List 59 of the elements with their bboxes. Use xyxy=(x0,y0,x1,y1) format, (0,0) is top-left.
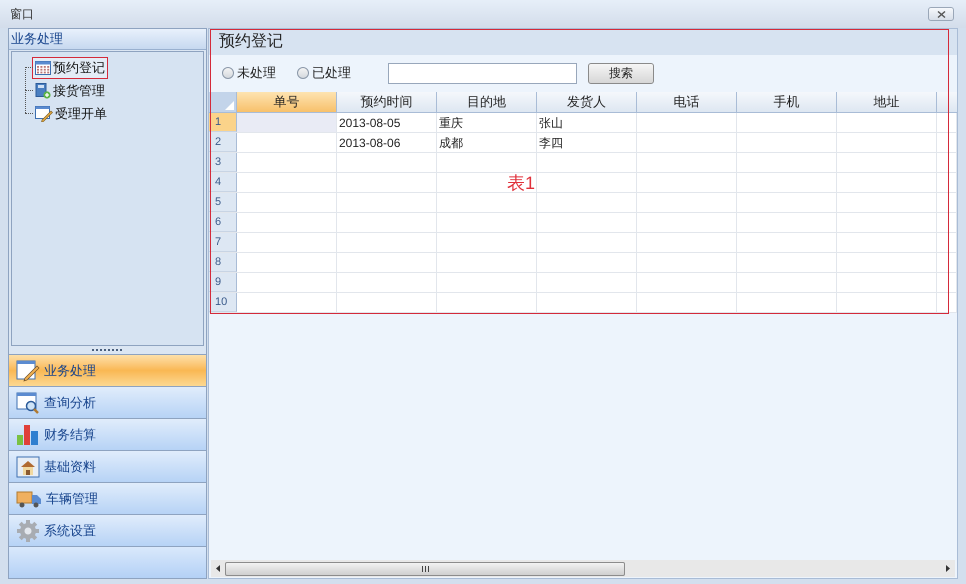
column-header[interactable]: 发货人 xyxy=(537,92,637,112)
scroll-left-icon[interactable] xyxy=(216,565,220,572)
table-cell: 2013-08-06 xyxy=(337,133,437,152)
select-all-corner[interactable] xyxy=(209,92,237,112)
bar-chart-icon xyxy=(16,424,40,446)
scroll-right-icon[interactable] xyxy=(946,565,950,572)
column-header[interactable]: 地址 xyxy=(837,92,937,112)
calendar-icon xyxy=(35,60,51,74)
search-field[interactable] xyxy=(388,62,577,84)
close-icon xyxy=(936,10,946,18)
row-header[interactable]: 7 xyxy=(209,233,237,252)
magnifier-on-form-icon xyxy=(16,392,40,414)
table-cell: 李四 xyxy=(537,133,637,152)
panel-title: 预约登记 xyxy=(209,29,957,55)
house-icon xyxy=(16,456,40,478)
row-header[interactable]: 5 xyxy=(209,193,237,212)
table-cell: 2013-08-05 xyxy=(337,113,437,132)
nav-item[interactable]: 车辆管理 xyxy=(9,482,206,514)
nav-item[interactable]: 财务结算 xyxy=(9,418,206,450)
table-cell: 成都 xyxy=(437,133,537,152)
tree-item[interactable]: 受理开单 xyxy=(33,104,109,124)
current-cell[interactable] xyxy=(237,113,337,132)
row-header[interactable]: 6 xyxy=(209,213,237,232)
window-title: 窗口 xyxy=(10,6,34,23)
grip-icon xyxy=(422,566,428,572)
column-header[interactable]: 电话 xyxy=(637,92,737,112)
row-header[interactable]: 1 xyxy=(209,113,237,132)
column-header[interactable]: 预约时间 xyxy=(337,92,437,112)
scrollbar-thumb[interactable] xyxy=(225,562,625,576)
annotation-label: 表1 xyxy=(507,172,536,195)
truck-icon xyxy=(16,488,42,508)
nav-item[interactable]: 查询分析 xyxy=(9,386,206,418)
nav-item[interactable]: 系统设置 xyxy=(9,514,206,546)
tree-item[interactable]: 预约登记 xyxy=(33,58,107,78)
nav-item[interactable]: 业务处理 xyxy=(9,354,206,386)
row-header[interactable]: 3 xyxy=(209,153,237,172)
column-header[interactable]: 单号 xyxy=(237,92,337,112)
tree-item[interactable]: 接货管理 xyxy=(33,80,107,100)
column-header[interactable]: 手机 xyxy=(737,92,837,112)
table-cell: 重庆 xyxy=(437,113,537,132)
close-button[interactable] xyxy=(928,7,954,21)
horizontal-scrollbar[interactable] xyxy=(211,560,955,577)
row-header[interactable]: 10 xyxy=(209,293,237,312)
row-header[interactable]: 9 xyxy=(209,273,237,292)
row-header[interactable]: 4 xyxy=(209,173,237,192)
pen-on-form-icon xyxy=(35,106,53,122)
radio-option[interactable]: 已处理 xyxy=(297,63,351,83)
table-cell: 张山 xyxy=(537,113,637,132)
pen-on-form-icon xyxy=(16,360,40,382)
gear-icon xyxy=(16,518,40,542)
row-header[interactable]: 8 xyxy=(209,253,237,272)
radio-option[interactable]: 未处理 xyxy=(222,63,276,83)
search-button[interactable]: 搜索 xyxy=(588,62,654,84)
column-header[interactable]: 目的地 xyxy=(437,92,537,112)
nav-item[interactable]: 基础资料 xyxy=(9,450,206,482)
corner-triangle-icon xyxy=(225,101,234,110)
book-plus-icon xyxy=(35,82,51,98)
row-header[interactable]: 2 xyxy=(209,133,237,152)
sidebar-header: 业务处理 xyxy=(9,29,206,50)
